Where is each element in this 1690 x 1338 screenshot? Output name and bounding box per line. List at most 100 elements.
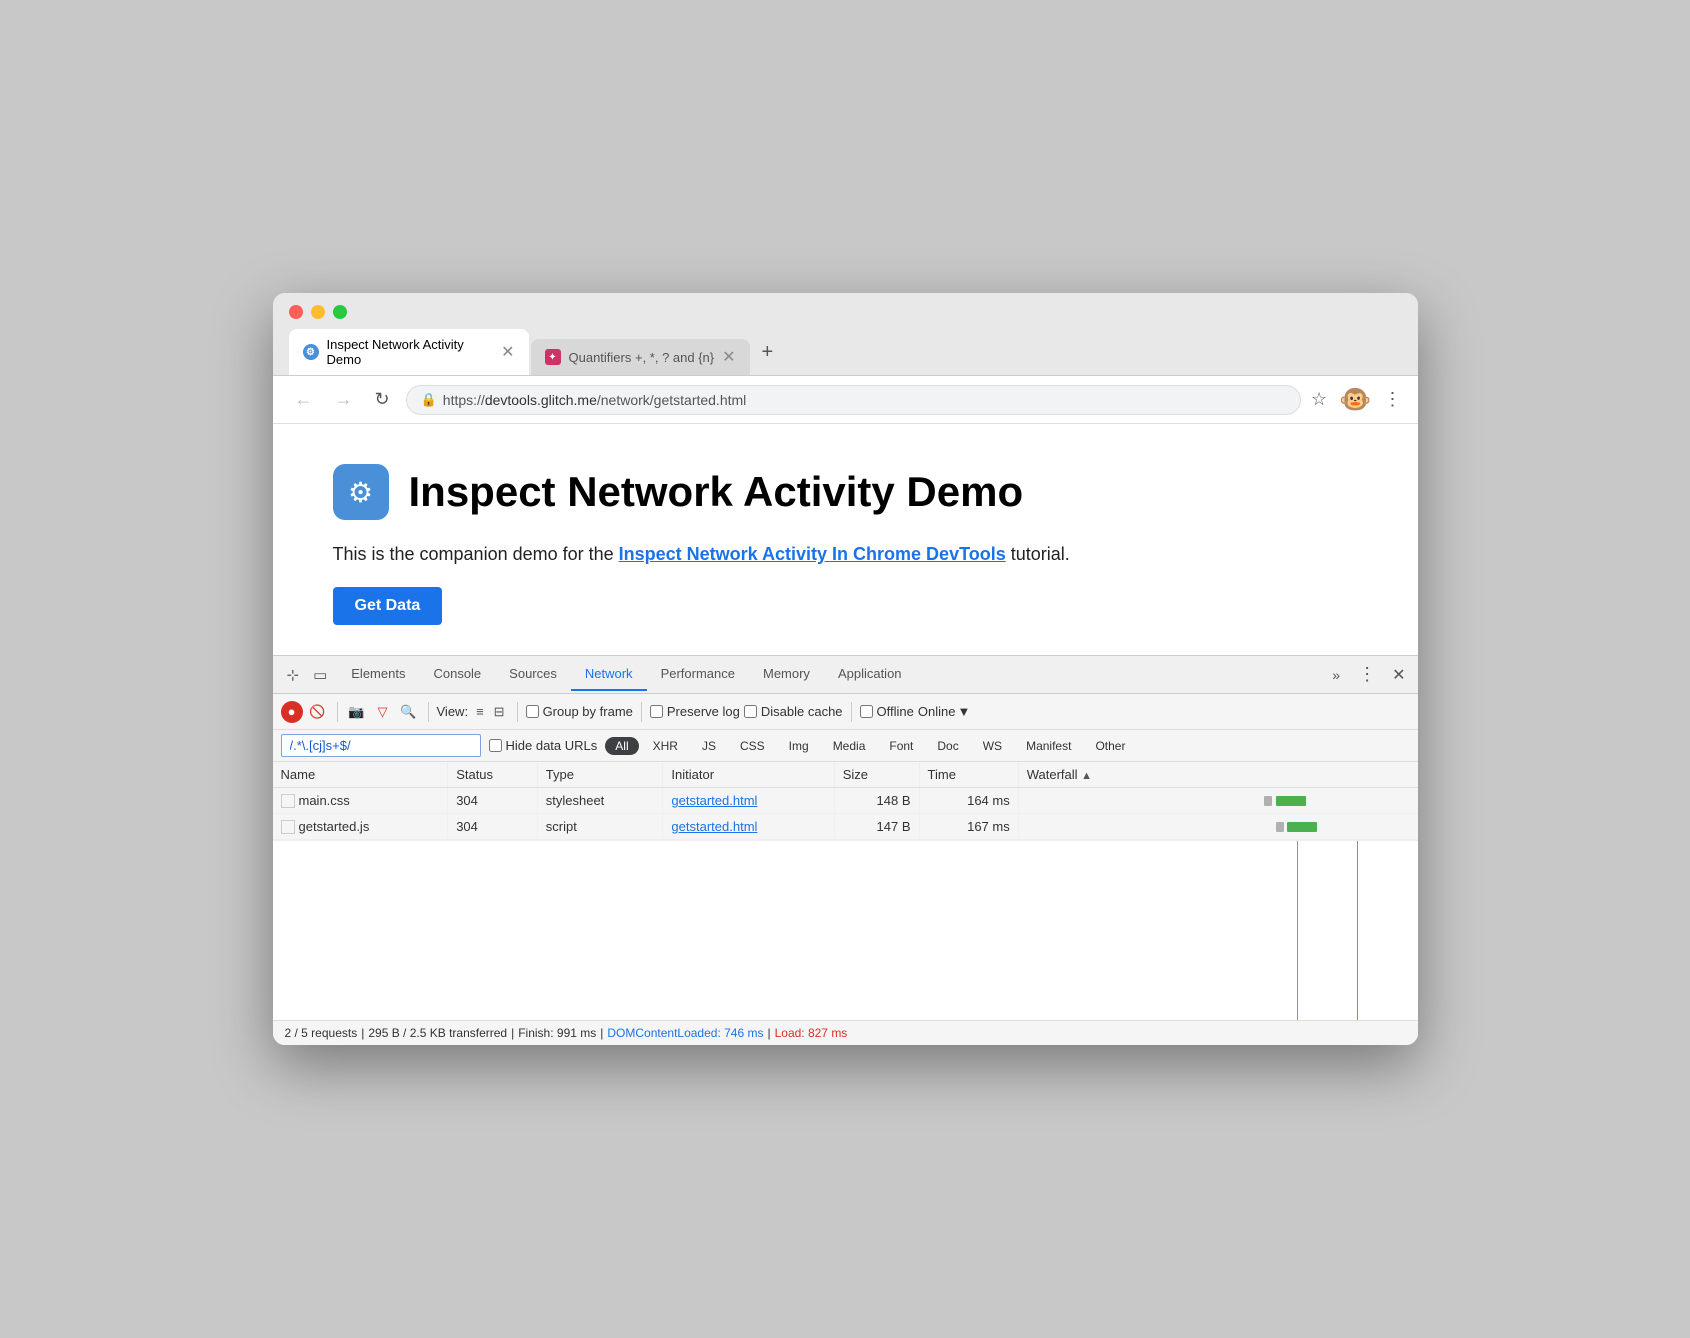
tab-quantifiers[interactable]: ✦ Quantifiers +, *, ? and {n} ✕: [531, 339, 750, 375]
cell-status: 304: [448, 814, 538, 840]
record-button[interactable]: ●: [281, 701, 303, 723]
initiator-link[interactable]: getstarted.html: [671, 819, 757, 834]
filter-xhr[interactable]: XHR: [643, 737, 688, 755]
toolbar-separator-4: [641, 702, 642, 722]
devtools-close-button[interactable]: ✕: [1384, 659, 1413, 691]
page-content: ⚙ Inspect Network Activity Demo This is …: [273, 424, 1418, 655]
offline-label[interactable]: Offline: [860, 704, 914, 719]
file-icon: [281, 794, 295, 808]
col-header-status[interactable]: Status: [448, 762, 538, 788]
load-line: [1357, 841, 1358, 1020]
cell-status: 304: [448, 788, 538, 814]
filter-ws[interactable]: WS: [973, 737, 1012, 755]
devtools-tab-application[interactable]: Application: [824, 658, 916, 691]
col-header-time[interactable]: Time: [919, 762, 1018, 788]
close-button[interactable]: [289, 305, 303, 319]
tab-devtools[interactable]: ⚙ Inspect Network Activity Demo ✕: [289, 329, 529, 375]
filter-img[interactable]: Img: [779, 737, 819, 755]
view-label: View:: [437, 704, 469, 719]
filter-js[interactable]: JS: [692, 737, 726, 755]
file-name: getstarted.js: [299, 819, 370, 834]
devtools-left-icons: ⊹ ▭: [277, 660, 338, 690]
menu-icon[interactable]: ⋮: [1384, 389, 1402, 410]
view-list-icon[interactable]: ≡: [472, 702, 488, 722]
filter-input[interactable]: /.*\.[cj]s+$/: [281, 734, 481, 757]
minimize-button[interactable]: [311, 305, 325, 319]
tab-close-active[interactable]: ✕: [501, 342, 514, 362]
status-sep4: |: [767, 1026, 770, 1040]
col-header-waterfall[interactable]: Waterfall ▲: [1018, 762, 1417, 788]
preserve-log-label[interactable]: Preserve log: [650, 704, 740, 719]
disable-cache-text: Disable cache: [761, 704, 843, 719]
screenshot-button[interactable]: 📷: [346, 701, 368, 723]
filter-button[interactable]: ▽: [372, 701, 394, 723]
cell-initiator[interactable]: getstarted.html: [663, 814, 834, 840]
new-tab-button[interactable]: +: [752, 337, 784, 368]
col-header-size[interactable]: Size: [834, 762, 919, 788]
url-host: devtools.glitch.me: [485, 392, 597, 408]
back-button[interactable]: ←: [289, 387, 319, 412]
filter-types: All XHR JS CSS Img Media Font Doc WS Man…: [605, 737, 1135, 755]
network-table: Name Status Type Initiator Size Time Wat…: [273, 762, 1418, 840]
group-by-frame-checkbox[interactable]: [526, 705, 539, 718]
avatar-icon[interactable]: 🐵: [1339, 384, 1371, 415]
devtools-tab-sources[interactable]: Sources: [495, 658, 571, 691]
cell-time: 167 ms: [919, 814, 1018, 840]
filter-all[interactable]: All: [605, 737, 638, 755]
waterfall-lines-area: [273, 841, 1418, 1020]
search-button[interactable]: 🔍: [398, 701, 420, 723]
subtitle-link[interactable]: Inspect Network Activity In Chrome DevTo…: [619, 544, 1006, 564]
network-table-body: main.css304stylesheetgetstarted.html148 …: [273, 788, 1418, 840]
online-dropdown[interactable]: Online ▼: [918, 704, 970, 719]
hide-data-urls-checkbox[interactable]: [489, 739, 502, 752]
cell-name: getstarted.js: [273, 814, 448, 840]
cell-waterfall: [1018, 814, 1417, 840]
devtools-tab-elements[interactable]: Elements: [337, 658, 419, 691]
table-row[interactable]: main.css304stylesheetgetstarted.html148 …: [273, 788, 1418, 814]
file-name: main.css: [299, 793, 350, 808]
get-data-button[interactable]: Get Data: [333, 587, 443, 625]
filter-other[interactable]: Other: [1085, 737, 1135, 755]
col-header-initiator[interactable]: Initiator: [663, 762, 834, 788]
element-picker-icon[interactable]: ⊹: [281, 660, 306, 690]
toolbar-separator-3: [517, 702, 518, 722]
filter-manifest[interactable]: Manifest: [1016, 737, 1081, 755]
initiator-link[interactable]: getstarted.html: [671, 793, 757, 808]
forward-button[interactable]: →: [329, 387, 359, 412]
preserve-log-checkbox[interactable]: [650, 705, 663, 718]
devtools-tab-console[interactable]: Console: [419, 658, 495, 691]
status-finish: Finish: 991 ms: [518, 1026, 596, 1040]
status-dom-loaded: DOMContentLoaded: 746 ms: [607, 1026, 763, 1040]
devtools-tab-performance[interactable]: Performance: [647, 658, 749, 691]
filter-media[interactable]: Media: [823, 737, 876, 755]
disable-cache-checkbox[interactable]: [744, 705, 757, 718]
maximize-button[interactable]: [333, 305, 347, 319]
url-bar[interactable]: 🔒 https://devtools.glitch.me/network/get…: [406, 385, 1301, 415]
disable-cache-label[interactable]: Disable cache: [744, 704, 843, 719]
reload-button[interactable]: ↻: [369, 387, 396, 412]
title-bar: ⚙ Inspect Network Activity Demo ✕ ✦ Quan…: [273, 293, 1418, 376]
tab-close-inactive[interactable]: ✕: [722, 347, 735, 367]
filter-font[interactable]: Font: [879, 737, 923, 755]
cell-initiator[interactable]: getstarted.html: [663, 788, 834, 814]
table-row[interactable]: getstarted.js304scriptgetstarted.html147…: [273, 814, 1418, 840]
devtools-tab-network[interactable]: Network: [571, 658, 647, 691]
group-by-frame-label[interactable]: Group by frame: [526, 704, 633, 719]
col-header-type[interactable]: Type: [537, 762, 663, 788]
toolbar-separator-1: [337, 702, 338, 722]
device-toolbar-icon[interactable]: ▭: [307, 660, 333, 690]
clear-button[interactable]: 🚫: [307, 701, 329, 723]
tabs-bar: ⚙ Inspect Network Activity Demo ✕ ✦ Quan…: [289, 329, 1402, 375]
filter-bar: /.*\.[cj]s+$/ Hide data URLs All XHR JS …: [273, 730, 1418, 762]
col-header-name[interactable]: Name: [273, 762, 448, 788]
bookmark-icon[interactable]: ☆: [1311, 389, 1327, 410]
view-group-icon[interactable]: ⊟: [490, 702, 509, 722]
devtools-tab-memory[interactable]: Memory: [749, 658, 824, 691]
filter-css[interactable]: CSS: [730, 737, 775, 755]
view-buttons: ≡ ⊟: [472, 702, 509, 722]
filter-doc[interactable]: Doc: [927, 737, 968, 755]
hide-data-urls-label[interactable]: Hide data URLs: [489, 738, 598, 753]
devtools-more-tabs-icon[interactable]: »: [1322, 661, 1350, 689]
offline-checkbox[interactable]: [860, 705, 873, 718]
devtools-menu-button[interactable]: ⋮: [1350, 658, 1384, 691]
